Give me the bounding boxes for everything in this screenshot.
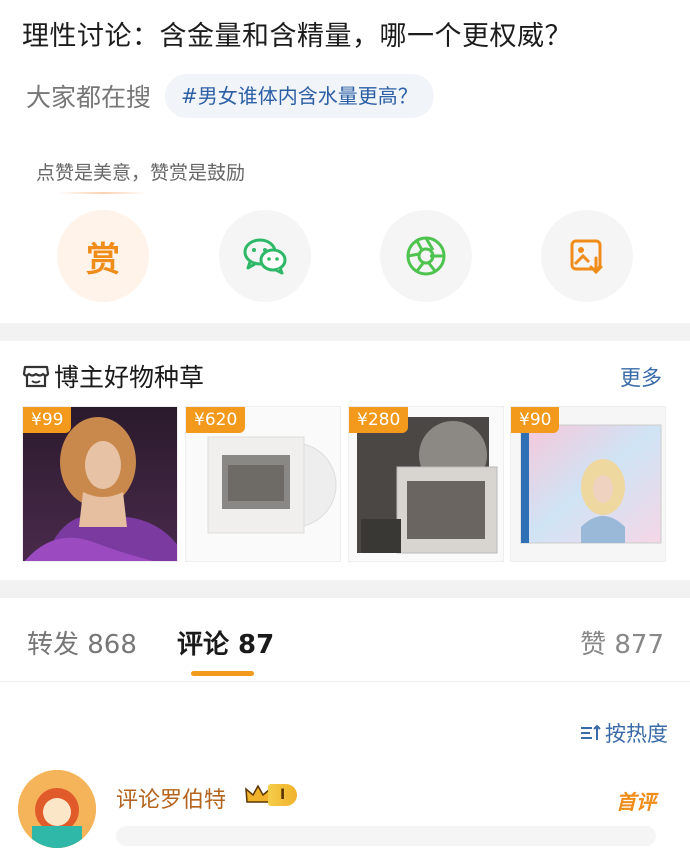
interaction-tabs: 转发 868 评论 87 赞 877 [0, 598, 690, 682]
tab-comment[interactable]: 评论 87 [177, 624, 274, 661]
product-card[interactable]: ¥99 [22, 406, 178, 562]
avatar-image [18, 770, 96, 848]
first-comment-badge: 首评 [616, 790, 656, 814]
avatar[interactable] [18, 770, 96, 848]
tab-repost[interactable]: 转发 868 [27, 624, 137, 661]
level-value: I [268, 784, 298, 806]
active-tab-indicator [191, 671, 254, 676]
share-moments-button[interactable] [380, 210, 472, 302]
comment-text-peek [116, 826, 656, 846]
save-image-button[interactable] [541, 210, 633, 302]
moments-icon [406, 236, 446, 276]
shop-icon [22, 365, 50, 388]
product-price: ¥99 [23, 407, 72, 433]
tip-divider [58, 192, 148, 194]
wechat-icon [243, 238, 287, 275]
product-card[interactable]: ¥620 [185, 406, 341, 562]
comment-author[interactable]: 评论罗伯特 [116, 782, 226, 814]
section-divider [0, 323, 690, 341]
share-wechat-button[interactable] [219, 210, 311, 302]
reward-button[interactable]: 赏 [57, 210, 149, 302]
product-card[interactable]: ¥280 [348, 406, 504, 562]
reward-icon: 赏 [86, 239, 120, 280]
shop-more-link[interactable]: 更多 [620, 362, 662, 392]
product-price: ¥280 [349, 407, 409, 433]
trending-search-label: 大家都在搜 [26, 83, 152, 112]
save-image-icon [570, 239, 603, 275]
reward-tip: 点赞是美意，赞赏是鼓励 [36, 162, 246, 184]
post-title: 理性讨论：含金量和含精量，哪一个更权威？ [22, 21, 572, 52]
shop-title: 博主好物种草 [54, 363, 205, 392]
user-level-badge: I [244, 784, 298, 806]
product-price: ¥620 [186, 407, 246, 433]
tab-like[interactable]: 赞 877 [580, 624, 664, 661]
sort-icon [581, 724, 601, 740]
section-divider [0, 580, 690, 598]
trending-hashtag[interactable]: #男女谁体内含水量更高？ [165, 74, 434, 118]
trending-search-row: 大家都在搜 #男女谁体内含水量更高？ [26, 74, 434, 118]
product-card[interactable]: ¥90 [510, 406, 666, 562]
product-price: ¥90 [511, 407, 560, 433]
sort-button[interactable]: 按热度 [579, 718, 668, 748]
sort-label: 按热度 [605, 722, 668, 746]
shop-header: 博主好物种草 [22, 358, 204, 394]
